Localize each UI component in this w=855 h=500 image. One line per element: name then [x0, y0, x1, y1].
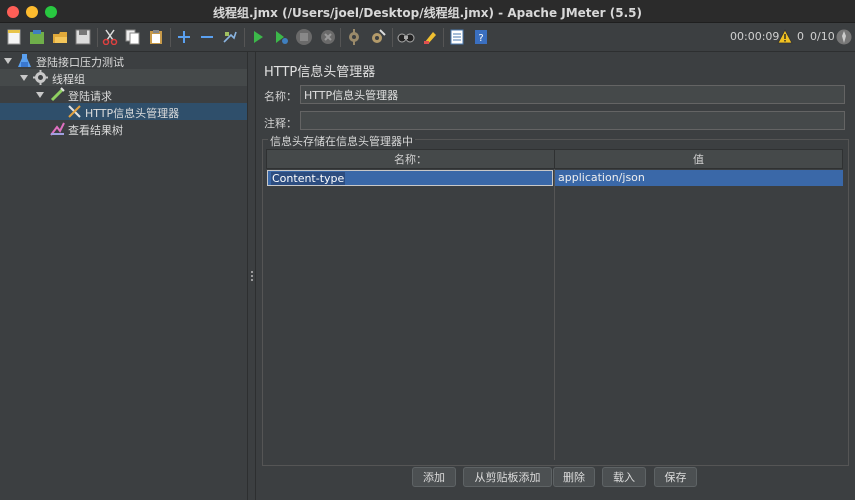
elapsed-timer: 00:00:09 — [730, 30, 780, 43]
expand-icon[interactable] — [174, 27, 194, 47]
header-name-text: Content-type — [271, 172, 346, 185]
tree-item-listener[interactable]: 查看结果树 — [0, 120, 247, 137]
headers-group-title: 信息头存储在信息头管理器中 — [268, 133, 415, 149]
tree-item-label: 查看结果树 — [68, 124, 123, 137]
test-plan-icon — [17, 53, 32, 68]
tree-item-label: 登陆接口压力测试 — [36, 56, 124, 69]
save-icon[interactable] — [73, 27, 93, 47]
name-field[interactable] — [300, 85, 845, 104]
tree-item-sampler[interactable]: 登陆请求 — [0, 86, 247, 103]
templates-icon[interactable] — [27, 27, 47, 47]
svg-text:?: ? — [478, 33, 483, 44]
cut-icon[interactable] — [100, 27, 120, 47]
thread-status-icon — [834, 27, 854, 47]
page-title: HTTP信息头管理器 — [264, 65, 376, 80]
add-button[interactable]: 添加 — [412, 467, 456, 487]
add-from-clipboard-button[interactable]: 从剪贴板添加 — [463, 467, 552, 487]
column-header-name[interactable]: 名称： — [266, 149, 555, 169]
toolbar: ? 00:00:09 0 0/10 — [0, 23, 855, 52]
copy-icon[interactable] — [123, 27, 143, 47]
listener-icon — [50, 121, 65, 136]
name-label: 名称： — [264, 90, 297, 103]
warning-icon[interactable] — [775, 27, 795, 47]
tree-item-test-plan[interactable]: 登陆接口压力测试 — [0, 52, 247, 69]
expand-arrow-icon[interactable] — [4, 58, 12, 64]
start-no-pause-icon[interactable] — [271, 27, 291, 47]
delete-button[interactable]: 删除 — [553, 467, 595, 487]
test-plan-tree[interactable]: 登陆接口压力测试 线程组 登陆请求 HTTP信息头管理器 查看结果树 — [0, 52, 247, 500]
title-bar: 线程组.jmx (/Users/joel/Desktop/线程组.jmx) - … — [0, 0, 855, 23]
expand-arrow-icon[interactable] — [36, 92, 44, 98]
tree-item-label: 线程组 — [52, 73, 85, 86]
search-icon[interactable] — [396, 27, 416, 47]
collapse-icon[interactable] — [197, 27, 217, 47]
load-button[interactable]: 载入 — [602, 467, 646, 487]
panel-splitter[interactable] — [247, 52, 256, 500]
shutdown-icon[interactable] — [318, 27, 338, 47]
element-panel: HTTP信息头管理器 名称： 注释： 信息头存储在信息头管理器中 名称： 值 C… — [256, 52, 855, 500]
tree-item-label: 登陆请求 — [68, 90, 112, 103]
toggle-icon[interactable] — [220, 27, 240, 47]
table-row-value-cell[interactable]: application/json — [555, 170, 843, 186]
clear-all-icon[interactable] — [368, 27, 388, 47]
config-icon — [67, 104, 82, 119]
warning-count: 0 — [797, 30, 804, 43]
tree-item-header-manager[interactable]: HTTP信息头管理器 — [0, 103, 247, 120]
headers-table[interactable]: 名称： 值 Content-type application/json — [266, 149, 843, 461]
start-icon[interactable] — [248, 27, 268, 47]
table-row-name-cell[interactable]: Content-type — [267, 170, 553, 186]
new-icon[interactable] — [4, 27, 24, 47]
expand-arrow-icon[interactable] — [20, 75, 28, 81]
column-header-value[interactable]: 值 — [554, 149, 843, 169]
paste-icon[interactable] — [146, 27, 166, 47]
function-helper-icon[interactable] — [447, 27, 467, 47]
clear-icon[interactable] — [344, 27, 364, 47]
thread-group-icon — [33, 70, 48, 85]
help-icon[interactable]: ? — [471, 27, 491, 47]
save-config-button[interactable]: 保存 — [654, 467, 697, 487]
tree-item-label: HTTP信息头管理器 — [85, 107, 180, 120]
reset-search-icon[interactable] — [420, 27, 440, 47]
open-icon[interactable] — [50, 27, 70, 47]
comment-label: 注释： — [264, 117, 297, 130]
active-threads: 0/10 — [810, 30, 835, 43]
stop-icon[interactable] — [294, 27, 314, 47]
sampler-icon — [50, 87, 65, 102]
window-title: 线程组.jmx (/Users/joel/Desktop/线程组.jmx) - … — [212, 6, 643, 20]
comment-field[interactable] — [300, 111, 845, 130]
tree-item-thread-group[interactable]: 线程组 — [0, 69, 247, 86]
